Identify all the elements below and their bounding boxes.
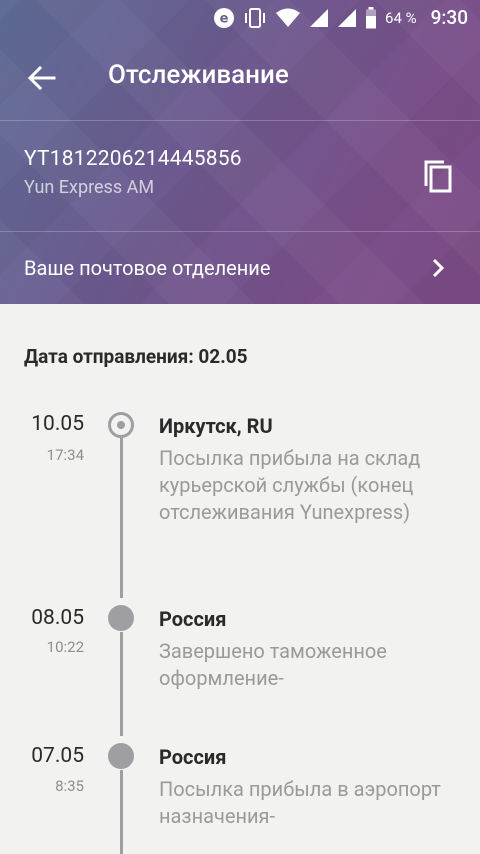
post-office-label: Ваше почтовое отделение xyxy=(24,256,271,280)
vibrate-icon xyxy=(243,7,267,29)
event-location: Россия xyxy=(159,607,227,631)
event-date: 10.05 xyxy=(31,412,84,436)
status-dot-icon xyxy=(108,605,134,631)
event-description: Посылка прибыла на склад курьерской служ… xyxy=(159,446,421,524)
divider xyxy=(0,120,480,121)
event-time: 10:22 xyxy=(46,638,84,656)
copy-icon xyxy=(424,160,452,193)
clock: 9:30 xyxy=(430,6,468,29)
battery-percent: 64 % xyxy=(385,8,417,27)
event-description: Завершено таможенное оформление- xyxy=(159,639,387,690)
arrow-back-icon xyxy=(27,65,56,91)
svg-text:e: e xyxy=(220,11,229,26)
signal-icon xyxy=(337,8,357,28)
status-dot-icon xyxy=(108,743,134,769)
current-status-dot-icon xyxy=(108,412,134,438)
timeline-line xyxy=(120,438,123,598)
tracking-number[interactable]: YT1812206214445856 xyxy=(24,147,242,171)
post-office-row[interactable]: Ваше почтовое отделение xyxy=(0,232,480,304)
parcel-info: YT1812206214445856 Yun Express AM xyxy=(24,147,242,198)
timeline-line xyxy=(120,770,123,854)
e-badge-icon: e xyxy=(213,7,235,29)
event-time: 17:34 xyxy=(46,446,84,464)
event-date: 07.05 xyxy=(31,744,84,768)
page-title: Отслеживание xyxy=(108,60,289,90)
back-button[interactable] xyxy=(24,62,60,94)
copy-button[interactable] xyxy=(418,156,458,196)
event-location: Россия xyxy=(159,745,227,769)
ship-date: Дата отправления: 02.05 xyxy=(24,345,248,368)
status-bar: e 64 % 9:30 xyxy=(0,0,480,36)
app-bar: Отслеживание xyxy=(0,36,480,120)
carrier-name: Yun Express AM xyxy=(24,177,155,198)
signal-icon xyxy=(309,8,329,28)
chevron-right-icon xyxy=(432,258,445,278)
event-location: Иркутск, RU xyxy=(159,414,273,438)
event-date: 08.05 xyxy=(31,606,84,630)
battery-icon xyxy=(365,6,377,29)
wifi-icon xyxy=(275,8,301,28)
event-description: Посылка прибыла в аэропорт назначения- xyxy=(159,777,441,828)
timeline-line xyxy=(120,632,123,736)
event-time: 8:35 xyxy=(55,777,84,795)
